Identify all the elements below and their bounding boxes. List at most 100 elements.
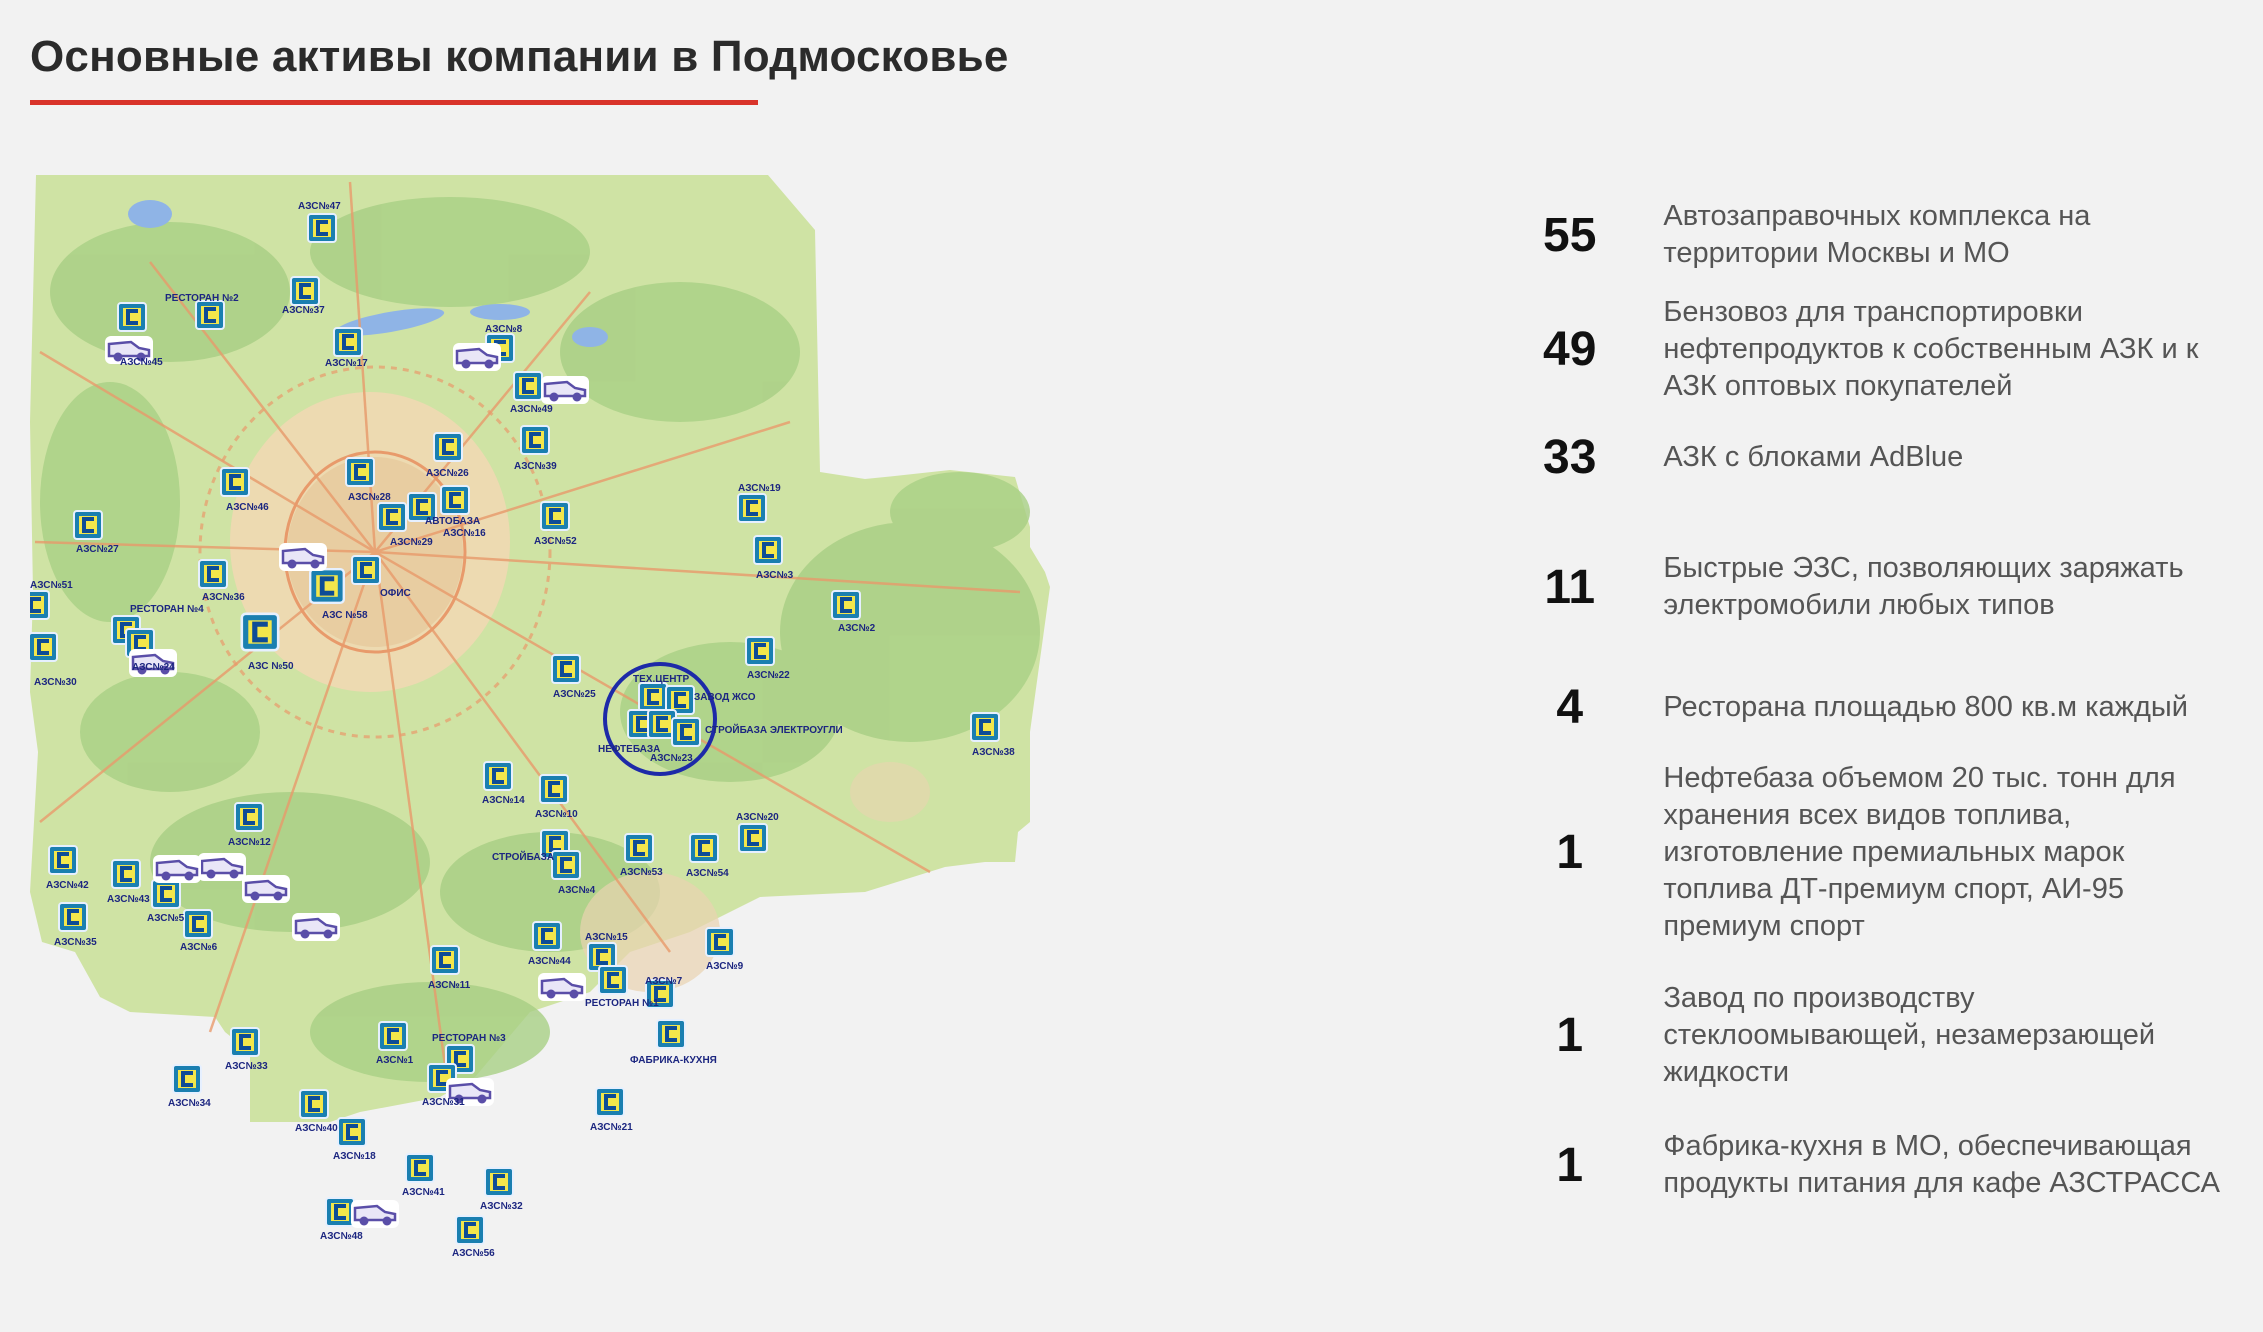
stat-text: АЗК с блоками AdBlue: [1663, 441, 1964, 473]
gas-station-icon[interactable]: [737, 822, 769, 854]
gas-station-icon[interactable]: [47, 844, 79, 876]
gas-station-icon[interactable]: [454, 1214, 486, 1246]
map-label: РЕСТОРАН №1: [585, 998, 659, 1009]
stat-text: Быстрые ЭЗС, позволяющих заряжать электр…: [1663, 552, 2184, 621]
gas-station-icon[interactable]: [30, 589, 51, 621]
map-label: АЗС№7: [645, 976, 683, 987]
gas-station-icon[interactable]: [171, 1063, 203, 1095]
map-label: АЗС№33: [225, 1061, 268, 1072]
map-label: АЗС№23: [650, 753, 693, 764]
gas-station-icon[interactable]: [72, 509, 104, 541]
gas-station-icon[interactable]: [233, 801, 265, 833]
moscow-region-map[interactable]: АЗС№47 АЗС№37 РЕСТОРАН №2 АЗС№45 АЗС№17 …: [30, 172, 1490, 1272]
gas-station-icon[interactable]: [519, 424, 551, 456]
gas-station-icon[interactable]: [298, 1088, 330, 1120]
gas-station-icon[interactable]: [752, 534, 784, 566]
map-label: АЗС№3: [756, 570, 794, 581]
map-label: АЗС№46: [226, 502, 269, 513]
map-label: АЗС№17: [325, 358, 368, 369]
gas-station-icon[interactable]: [429, 944, 461, 976]
gas-station-icon[interactable]: [637, 681, 669, 713]
map-label: АЗС№31: [422, 1097, 465, 1108]
gas-station-icon[interactable]: [306, 212, 338, 244]
gas-station-icon[interactable]: [512, 370, 544, 402]
gas-station-icon[interactable]: [688, 832, 720, 864]
gas-station-icon[interactable]: [704, 926, 736, 958]
map-label: ЗАВОД ЖСО: [694, 692, 756, 703]
gas-station-icon[interactable]: [432, 431, 464, 463]
gas-station-icon[interactable]: [744, 635, 776, 667]
stat-number: 4: [1556, 681, 1584, 734]
map-label: АЗС№34: [168, 1098, 211, 1109]
stat-item: 55 Автозаправочных комплекса на территор…: [1520, 198, 2220, 272]
gas-station-icon[interactable]: [538, 773, 570, 805]
stat-number: 1: [1556, 1138, 1584, 1192]
gas-station-icon[interactable]: [655, 1018, 687, 1050]
gas-station-icon[interactable]: [229, 1026, 261, 1058]
stat-number: 1: [1556, 1009, 1584, 1062]
map-label: СТРОЙБАЗА: [492, 850, 554, 863]
tanker-truck-icon: [290, 911, 342, 943]
gas-station-icon[interactable]: [736, 492, 768, 524]
map-label: АЗС№45: [120, 357, 163, 368]
gas-station-icon[interactable]: [197, 558, 229, 590]
gas-station-icon[interactable]: [531, 920, 563, 952]
tanker-truck-icon: [539, 374, 591, 406]
map-label: АЗС№47: [298, 201, 341, 212]
map-label: АЗС№18: [333, 1151, 376, 1162]
gas-station-icon[interactable]: [194, 299, 226, 331]
gas-station-icon[interactable]: [550, 653, 582, 685]
stat-number: 49: [1543, 323, 1597, 376]
gas-station-icon[interactable]: [336, 1116, 368, 1148]
tanker-truck-icon: [240, 873, 292, 905]
map-label: АЗС№54: [686, 868, 729, 879]
gas-station-icon[interactable]: [594, 1086, 626, 1118]
map-label: АЗС№8: [485, 324, 523, 335]
map-label: АЗС№39: [514, 461, 557, 472]
tanker-truck-icon: [151, 853, 203, 885]
gas-station-icon[interactable]: [116, 301, 148, 333]
gas-station-icon[interactable]: [670, 716, 702, 748]
gas-station-icon[interactable]: [324, 1196, 356, 1228]
map-label: АЗС №58: [322, 610, 368, 621]
stat-item: 4 Ресторана площадью 800 кв.м каждый: [1520, 680, 2220, 735]
gas-station-icon[interactable]: [57, 901, 89, 933]
gas-station-icon[interactable]: [310, 569, 344, 603]
stat-text: Автозаправочных комплекса на территории …: [1663, 200, 2091, 269]
gas-station-icon[interactable]: [350, 554, 382, 586]
stat-number: 33: [1543, 431, 1597, 484]
gas-station-icon[interactable]: [30, 631, 59, 663]
map-label: АЗС№29: [390, 537, 433, 548]
map-label: АЗС№30: [34, 677, 77, 688]
map-label: АЗС№6: [180, 942, 218, 953]
gas-station-icon[interactable]: [377, 1020, 409, 1052]
gas-station-icon[interactable]: [332, 326, 364, 358]
gas-station-icon[interactable]: [482, 760, 514, 792]
map-label: АЗС№40: [295, 1123, 338, 1134]
gas-station-icon[interactable]: [623, 832, 655, 864]
gas-station-icon[interactable]: [110, 858, 142, 890]
gas-station-icon[interactable]: [150, 878, 182, 910]
gas-station-icon[interactable]: [550, 849, 582, 881]
gas-station-icon[interactable]: [344, 456, 376, 488]
map-label: АЗС№12: [228, 837, 271, 848]
gas-station-icon[interactable]: [242, 614, 278, 650]
gas-station-icon[interactable]: [483, 1166, 515, 1198]
map-label: РЕСТОРАН №4: [130, 604, 204, 615]
gas-station-icon[interactable]: [289, 275, 321, 307]
gas-station-icon[interactable]: [439, 484, 471, 516]
stat-text: Бензовоз для транспортировки нефтепродук…: [1663, 296, 2199, 402]
gas-station-icon[interactable]: [376, 501, 408, 533]
gas-station-icon[interactable]: [969, 711, 1001, 743]
map-label: АЗС№52: [534, 536, 577, 547]
gas-station-icon[interactable]: [597, 964, 629, 996]
gas-station-icon[interactable]: [219, 466, 251, 498]
map-label: АЗС№51: [30, 580, 73, 591]
gas-station-icon[interactable]: [539, 500, 571, 532]
gas-station-icon[interactable]: [404, 1152, 436, 1184]
map-label: РЕСТОРАН №2: [165, 293, 239, 304]
gas-station-icon[interactable]: [830, 589, 862, 621]
gas-station-icon[interactable]: [182, 908, 214, 940]
map-label: АЗС№38: [972, 747, 1015, 758]
map-label: АЗС№1: [376, 1055, 414, 1066]
